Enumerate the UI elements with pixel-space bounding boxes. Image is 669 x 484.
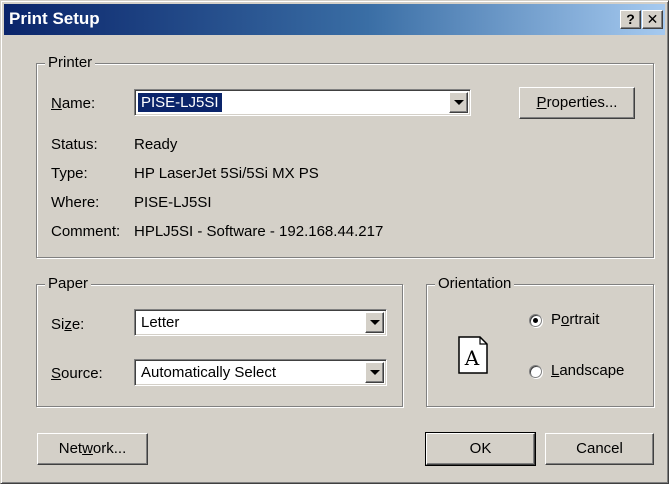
comment-value: HPLJ5SI - Software - 192.168.44.217 <box>134 223 384 240</box>
help-button[interactable]: ? <box>620 10 641 29</box>
dialog-title: Print Setup <box>9 9 100 28</box>
status-value: Ready <box>134 136 178 153</box>
paper-group-legend: Paper <box>45 275 92 293</box>
printer-name-select[interactable]: PISE-LJ5SI <box>134 89 471 116</box>
close-icon: ✕ <box>646 11 659 27</box>
name-label: Name: <box>51 95 96 112</box>
status-label: Status: <box>51 136 98 153</box>
paper-size-select[interactable]: Letter <box>134 309 387 336</box>
portrait-page-icon: A <box>458 336 488 374</box>
network-button[interactable]: Network... <box>37 433 148 465</box>
paper-source-select[interactable]: Automatically Select <box>134 359 387 386</box>
portrait-radio[interactable] <box>529 314 542 327</box>
landscape-radio[interactable] <box>529 365 542 378</box>
portrait-label[interactable]: Portrait <box>551 311 599 329</box>
landscape-label[interactable]: Landscape <box>551 362 624 380</box>
orientation-group-legend: Orientation <box>435 275 515 293</box>
printer-group-legend: Printer <box>45 54 96 72</box>
source-label: Source: <box>51 365 103 382</box>
printer-name-value: PISE-LJ5SI <box>137 92 223 113</box>
cancel-button[interactable]: Cancel <box>545 433 654 465</box>
where-label: Where: <box>51 194 100 211</box>
help-icon: ? <box>626 11 635 27</box>
ok-button[interactable]: OK <box>425 432 536 466</box>
paper-group: Paper Size: Letter Source: Automatically… <box>36 275 403 407</box>
paper-size-value: Letter <box>141 314 180 331</box>
printer-group: Printer Name: PISE-LJ5SI Properties... S… <box>36 54 654 258</box>
paper-source-value: Automatically Select <box>141 364 277 381</box>
chevron-down-icon[interactable] <box>365 362 384 383</box>
comment-label: Comment: <box>51 223 121 240</box>
chevron-down-icon[interactable] <box>449 92 468 113</box>
title-bar[interactable]: Print Setup ? ✕ <box>4 4 665 35</box>
page-letter: A <box>464 346 480 370</box>
close-button[interactable]: ✕ <box>642 10 663 29</box>
type-value: HP LaserJet 5Si/5Si MX PS <box>134 165 319 182</box>
chevron-down-icon[interactable] <box>365 312 384 333</box>
properties-button[interactable]: Properties... <box>519 87 635 119</box>
size-label: Size: <box>51 316 85 333</box>
where-value: PISE-LJ5SI <box>134 194 212 211</box>
type-label: Type: <box>51 165 88 182</box>
print-setup-dialog: Print Setup ? ✕ Printer Name: PISE-LJ5SI… <box>0 0 669 484</box>
